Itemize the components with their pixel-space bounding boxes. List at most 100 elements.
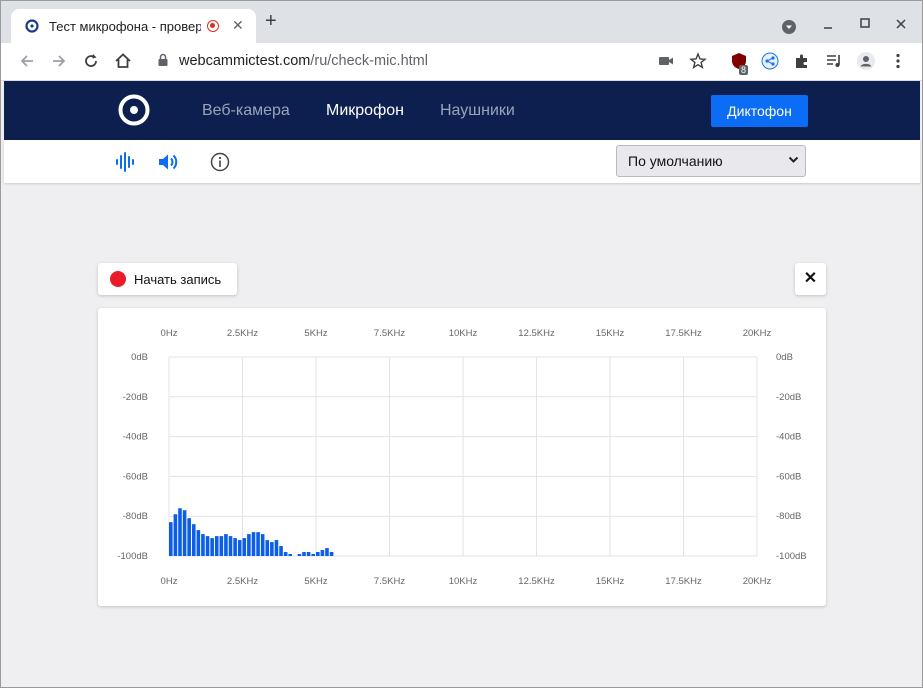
address-bar[interactable]: webcammictest.com/ru/check-mic.html bbox=[179, 53, 428, 69]
recording-indicator-icon bbox=[207, 20, 219, 32]
spectrum-bar bbox=[256, 532, 260, 556]
spectrum-bar bbox=[228, 536, 233, 556]
x-tick-label-bottom: 2.5KHz bbox=[227, 576, 258, 587]
browser-menu-icon[interactable] bbox=[888, 51, 908, 71]
spectrum-bar bbox=[214, 536, 219, 556]
x-tick-label-bottom: 15KHz bbox=[596, 576, 625, 587]
nav-microphone[interactable]: Микрофон bbox=[326, 102, 404, 120]
spectrum-bar bbox=[297, 554, 302, 556]
share-extension-icon[interactable] bbox=[760, 51, 780, 71]
tab-strip: Тест микрофона - провер ✕ + bbox=[1, 1, 922, 43]
home-icon[interactable] bbox=[113, 51, 133, 71]
x-tick-label-top: 12.5KHz bbox=[518, 328, 555, 339]
site-logo[interactable] bbox=[117, 93, 151, 127]
spectrum-bar bbox=[320, 550, 325, 556]
spectrum-bar bbox=[247, 534, 251, 556]
maximize-icon[interactable] bbox=[859, 17, 871, 29]
y-tick-label-right: -20dB bbox=[776, 392, 801, 403]
device-select-value: По умолчанию bbox=[628, 153, 723, 169]
lock-icon[interactable] bbox=[157, 53, 169, 67]
y-tick-label-left: -60dB bbox=[123, 471, 148, 482]
minimize-icon[interactable] bbox=[822, 19, 834, 31]
spectrum-bar bbox=[182, 510, 187, 556]
url-path: /ru/check-mic.html bbox=[310, 53, 428, 69]
start-recording-label: Начать запись bbox=[134, 272, 222, 287]
profile-avatar-icon[interactable] bbox=[856, 51, 876, 71]
x-tick-label-top: 15KHz bbox=[596, 328, 625, 339]
spectrum-bar bbox=[205, 536, 210, 556]
y-tick-label-left: -100dB bbox=[117, 551, 148, 562]
extension-badge: 8 bbox=[739, 65, 749, 75]
extensions-puzzle-icon[interactable] bbox=[792, 51, 812, 71]
window-close-icon[interactable] bbox=[895, 18, 907, 30]
nav-webcam[interactable]: Веб-камера bbox=[202, 102, 290, 120]
x-tick-label-bottom: 10KHz bbox=[449, 576, 478, 587]
nav-headphones[interactable]: Наушники bbox=[440, 102, 515, 120]
spectrum-chart: 0Hz 0Hz 2.5KHz 2.5KHz 5KHz 5KHz 7.5KHz 7.5KHz 10… bbox=[117, 328, 807, 587]
profile-menu-icon[interactable] bbox=[781, 19, 797, 35]
spectrum-bar bbox=[270, 542, 274, 556]
browser-window: Тест микрофона - провер ✕ + webcammictes… bbox=[0, 0, 923, 688]
browser-tab[interactable]: Тест микрофона - провер ✕ bbox=[11, 9, 256, 43]
spectrum-bar bbox=[201, 534, 205, 556]
x-tick-label-top: 17.5KHz bbox=[665, 328, 702, 339]
y-tick-label-right: -100dB bbox=[776, 551, 807, 562]
bookmark-star-icon[interactable] bbox=[688, 51, 708, 71]
spectrum-bar bbox=[325, 548, 329, 556]
y-tick-label-left: -20dB bbox=[123, 392, 148, 403]
x-tick-label-bottom: 7.5KHz bbox=[374, 576, 405, 587]
x-tick-label-top: 5KHz bbox=[304, 328, 327, 339]
y-tick-label-right: -40dB bbox=[776, 432, 801, 443]
spectrum-bar bbox=[316, 552, 320, 556]
speaker-icon[interactable] bbox=[157, 151, 179, 173]
spectrum-bar bbox=[219, 536, 224, 556]
x-tick-label-bottom: 20KHz bbox=[743, 576, 772, 587]
reload-icon[interactable] bbox=[81, 51, 101, 71]
x-tick-label-top: 2.5KHz bbox=[227, 328, 258, 339]
spectrum-bar bbox=[224, 534, 228, 556]
new-tab-button[interactable]: + bbox=[265, 11, 277, 31]
back-icon[interactable] bbox=[17, 51, 37, 71]
y-tick-label-right: 0dB bbox=[776, 352, 793, 363]
tab-close-icon[interactable]: ✕ bbox=[232, 17, 244, 34]
y-tick-label-left: -80dB bbox=[123, 511, 148, 522]
spectrum-bar bbox=[187, 518, 191, 556]
x-tick-label-bottom: 12.5KHz bbox=[518, 576, 555, 587]
spectrum-bar bbox=[210, 538, 214, 556]
info-icon[interactable] bbox=[209, 151, 231, 173]
spectrum-bar bbox=[178, 508, 182, 556]
spectrum-bar bbox=[237, 540, 242, 556]
spectrum-bar bbox=[288, 554, 293, 556]
x-tick-label-bottom: 0Hz bbox=[161, 576, 178, 587]
spectrum-bar bbox=[283, 552, 288, 556]
media-controls-icon[interactable] bbox=[824, 51, 844, 71]
spectrum-bar bbox=[329, 552, 334, 556]
spectrum-chart-card: 0Hz 0Hz 2.5KHz 2.5KHz 5KHz 5KHz 7.5KHz 7.5KHz 10… bbox=[98, 308, 826, 606]
spectrum-bar bbox=[196, 530, 201, 556]
site-favicon-icon bbox=[25, 19, 39, 33]
tool-subbar: По умолчанию bbox=[4, 140, 920, 183]
y-tick-label-left: 0dB bbox=[131, 352, 148, 363]
spectrum-bar bbox=[242, 538, 247, 556]
x-tick-label-top: 7.5KHz bbox=[374, 328, 405, 339]
x-tick-label-bottom: 5KHz bbox=[304, 576, 327, 587]
spectrum-bar bbox=[302, 552, 306, 556]
waveform-icon[interactable] bbox=[114, 151, 136, 173]
camera-indicator-icon[interactable] bbox=[656, 51, 676, 71]
spectrum-bar bbox=[265, 540, 270, 556]
spectrum-bar bbox=[306, 552, 311, 556]
dictaphone-button[interactable]: Диктофон bbox=[711, 95, 808, 127]
close-panel-button[interactable]: ✕ bbox=[795, 263, 826, 295]
spectrum-bar bbox=[173, 514, 178, 556]
spectrum-bar bbox=[279, 546, 283, 556]
forward-icon[interactable] bbox=[49, 51, 69, 71]
spectrum-bar bbox=[311, 554, 315, 556]
x-tick-label-top: 10KHz bbox=[449, 328, 478, 339]
device-select[interactable]: По умолчанию bbox=[616, 145, 806, 177]
spectrum-bar bbox=[260, 534, 265, 556]
y-tick-label-right: -80dB bbox=[776, 511, 801, 522]
spectrum-bar bbox=[251, 532, 256, 556]
spectrum-bar bbox=[191, 524, 196, 556]
start-recording-button[interactable]: Начать запись bbox=[98, 263, 237, 295]
url-host: webcammictest.com bbox=[179, 53, 311, 69]
